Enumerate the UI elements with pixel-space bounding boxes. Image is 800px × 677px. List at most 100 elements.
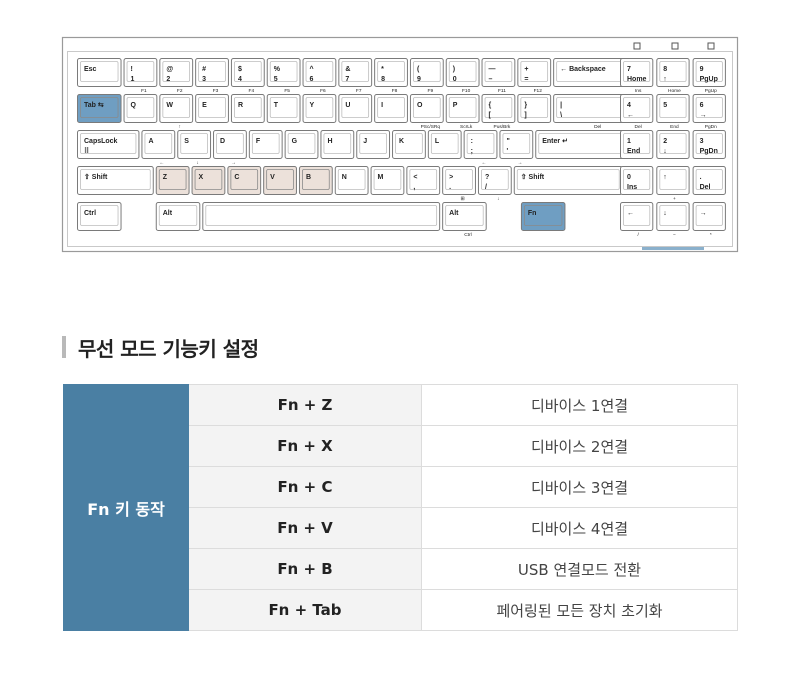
- key-combo-cell: Fn + Z: [188, 384, 422, 426]
- key-cap: [517, 94, 552, 123]
- key-cap: [334, 166, 369, 195]
- key-cap: [191, 166, 226, 195]
- key-legend: P: [453, 102, 458, 109]
- key-cap: [692, 202, 726, 231]
- key-fn-legend: Home: [668, 88, 681, 94]
- key-cap: [266, 94, 301, 123]
- key-legend: Q: [131, 102, 137, 109]
- key-cap: [338, 94, 373, 123]
- action-description-cell: USB 연결모드 전환: [421, 548, 738, 590]
- table-header-cell: Fn 키 동작: [63, 384, 189, 631]
- key-fn-legend: ↑: [179, 125, 181, 130]
- key-fn-legend: F7: [356, 88, 362, 94]
- key-legend: ↓: [663, 210, 667, 217]
- key-legend-secondary: 8: [381, 76, 385, 83]
- key-cap: [263, 166, 297, 195]
- brand-strip: [642, 247, 704, 250]
- key-legend: 5: [663, 102, 667, 109]
- key-cap: [202, 202, 441, 231]
- key-cap: [298, 166, 333, 195]
- key-legend: 1: [627, 138, 631, 145]
- key-fn-legend: End: [670, 124, 679, 130]
- key-fn-legend: F6: [320, 88, 326, 94]
- key-legend: T: [274, 102, 279, 109]
- key-legend: |: [560, 102, 562, 109]
- key-cap: [409, 58, 444, 87]
- key-cap: [230, 58, 265, 87]
- status-led-icon: [707, 42, 715, 50]
- key-legend: C: [234, 174, 239, 181]
- section-title: 무선 모드 기능키 설정: [62, 336, 259, 361]
- key-cap: [338, 58, 373, 87]
- key-legend: {: [489, 102, 492, 109]
- key-legend-secondary: /: [485, 184, 487, 191]
- key-fn-legend: Pus/Brk: [494, 124, 511, 130]
- key-legend-secondary: 0: [453, 76, 457, 83]
- key-fn-legend: F5: [284, 88, 290, 94]
- key-cap: [123, 94, 158, 123]
- key-cap: [392, 130, 426, 159]
- key-combo-cell: Fn + V: [188, 507, 422, 549]
- key-legend-secondary: 4: [238, 76, 242, 83]
- key-cap: [159, 94, 194, 123]
- action-description-cell: 페어링된 모든 장치 초기화: [421, 589, 738, 631]
- key-legend: D: [220, 138, 225, 145]
- key-legend: .: [700, 174, 702, 181]
- key-legend: Ctrl: [84, 210, 96, 217]
- key-legend-secondary: ⠿: [84, 147, 89, 155]
- key-legend-secondary: 6: [310, 76, 314, 83]
- key-legend: 9: [700, 66, 704, 73]
- key-legend-secondary: \: [560, 112, 562, 119]
- key-legend: 3: [700, 138, 704, 145]
- key-legend-secondary: ←: [627, 112, 634, 119]
- key-legend: G: [292, 138, 298, 145]
- key-combo-cell: Fn + C: [188, 466, 422, 508]
- key-cap: [248, 130, 283, 159]
- key-legend: 6: [700, 102, 704, 109]
- key-cap: [227, 166, 262, 195]
- key-legend-secondary: ;: [471, 148, 473, 155]
- key-legend: V: [270, 174, 275, 181]
- key-legend: ⇧ Shift: [521, 173, 545, 181]
- key-legend: 2: [663, 138, 667, 145]
- key-cap: [656, 58, 690, 87]
- key-cap: [656, 166, 690, 195]
- key-legend: 4: [627, 102, 631, 109]
- key-fn-legend: PgDn: [705, 124, 717, 130]
- key-fn-legend: +: [673, 197, 676, 202]
- key-legend: %: [274, 66, 281, 73]
- key-legend: M: [378, 174, 384, 181]
- key-legend-secondary: 3: [202, 76, 206, 83]
- key-cap: [302, 94, 337, 123]
- key-legend: Alt: [449, 210, 459, 217]
- key-cap: [445, 58, 480, 87]
- key-legend: U: [345, 102, 350, 109]
- key-legend: S: [184, 138, 189, 145]
- key-legend-secondary: PgUp: [700, 76, 718, 83]
- key-legend: W: [166, 102, 173, 109]
- key-legend-secondary: ↓: [663, 148, 667, 155]
- key-fn-legend: F9: [428, 88, 434, 94]
- key-cap: [692, 94, 726, 123]
- key-legend: Alt: [163, 210, 173, 217]
- key-cap: [481, 58, 516, 87]
- key-cap: [356, 130, 391, 159]
- key-legend: &: [345, 66, 350, 73]
- key-fn-legend: Del: [635, 124, 642, 130]
- key-legend: →: [700, 210, 707, 217]
- key-fn-legend: F8: [392, 88, 398, 94]
- key-legend: 7: [627, 66, 631, 73]
- key-legend: Esc: [84, 66, 97, 73]
- key-fn-legend: PSc/SRq: [421, 124, 441, 130]
- key-legend: K: [399, 138, 404, 145]
- key-fn-legend: F3: [213, 88, 219, 94]
- key-legend: O: [417, 102, 423, 109]
- key-fn-legend: ←: [159, 161, 164, 166]
- key-legend-secondary: –: [489, 76, 493, 83]
- key-legend-secondary: Del: [700, 184, 711, 191]
- key-cap: [155, 166, 190, 195]
- key-legend: CapsLock: [84, 138, 118, 145]
- key-legend: E: [202, 102, 207, 109]
- key-fn-legend: F2: [177, 88, 183, 94]
- key-legend: ?: [485, 174, 489, 181]
